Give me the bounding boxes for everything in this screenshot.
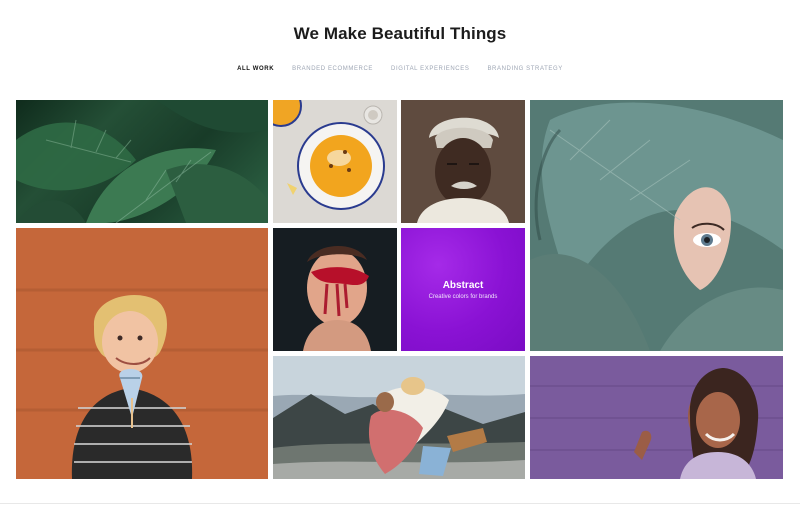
man-with-turban-image xyxy=(401,100,525,223)
filter-digital-experiences[interactable]: DIGITAL EXPERIENCES xyxy=(391,66,469,72)
portfolio-item-soup-bowl[interactable] xyxy=(273,100,397,223)
portfolio-filter-bar: ALL WORK BRANDED ECOMMERCE DIGITAL EXPER… xyxy=(0,66,800,72)
filter-branded-ecommerce[interactable]: BRANDED ECOMMERCE xyxy=(292,66,373,72)
portfolio-item-kid-with-ice-cream[interactable] xyxy=(16,228,268,479)
abstract-card-title: Abstract xyxy=(442,279,484,291)
portfolio-item-couple-hug-mountains[interactable] xyxy=(273,356,525,479)
section-title: We Make Beautiful Things xyxy=(293,24,507,43)
portfolio-item-man-with-turban[interactable] xyxy=(401,100,525,223)
portfolio-item-leaf-with-eye[interactable] xyxy=(530,100,783,351)
portfolio-item-smiling-woman-purple-wall[interactable] xyxy=(530,356,783,479)
tropical-leaves-image xyxy=(16,100,268,223)
abstract-card-subtitle: Creative colors for brands xyxy=(428,293,498,300)
soup-bowl-image xyxy=(273,100,397,223)
leaf-with-eye-image xyxy=(530,100,783,351)
portfolio-section: We Make Beautiful Things ALL WORK BRANDE… xyxy=(0,0,800,510)
filter-all-work[interactable]: ALL WORK xyxy=(237,66,274,72)
portfolio-item-abstract-card[interactable]: Abstract Creative colors for brands xyxy=(401,228,525,351)
portfolio-item-tropical-leaves[interactable] xyxy=(16,100,268,223)
filter-branding-strategy[interactable]: BRANDING STRATEGY xyxy=(487,66,562,72)
smiling-woman-purple-wall-image xyxy=(530,356,783,479)
section-bottom-divider xyxy=(0,503,800,504)
couple-hug-mountains-image xyxy=(273,356,525,479)
kid-with-ice-cream-image xyxy=(16,228,268,479)
portfolio-item-painted-face[interactable] xyxy=(273,228,397,351)
painted-face-image xyxy=(273,228,397,351)
